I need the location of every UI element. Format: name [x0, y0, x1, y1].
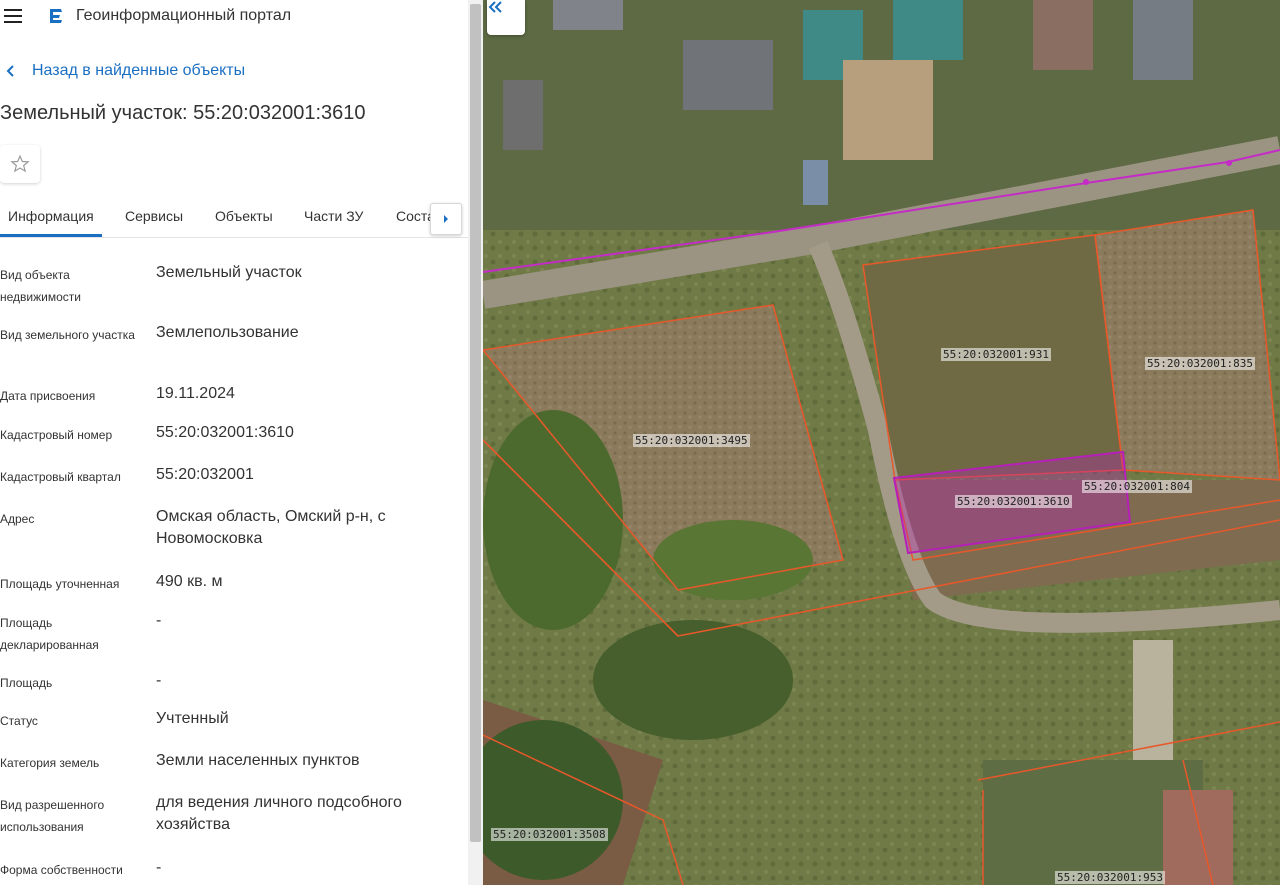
hamburger-icon[interactable] [4, 9, 22, 23]
parcel-label[interactable]: 55:20:032001:931 [941, 348, 1051, 361]
property-value: - [156, 672, 162, 689]
property-label: Площадь [0, 676, 53, 690]
parcel-label[interactable]: 55:20:032001:953 [1055, 871, 1165, 884]
collapse-panel-button[interactable] [487, 0, 525, 35]
portal-logo-icon [50, 9, 62, 23]
favorite-button[interactable] [0, 145, 40, 183]
property-value: 55:20:032001 [156, 466, 254, 483]
property-value: Учтенный [156, 710, 229, 727]
top-bar: Геоинформационный портал [0, 0, 468, 34]
parcel-label[interactable]: 55:20:032001:835 [1145, 357, 1255, 370]
property-value: Омская область, Омский р-н, с Новомосков… [156, 508, 386, 547]
property-label: Дата присвоения [0, 389, 96, 403]
property-label: Площадь уточненная [0, 577, 120, 591]
property-label: Статус [0, 714, 38, 728]
info-panel-content: Геоинформационный портал Назад в найденн… [0, 0, 468, 885]
property-value: - [156, 612, 162, 629]
tabs-scroll-right-button[interactable] [430, 203, 462, 235]
property-label: Вид разрешенного использования [0, 798, 105, 834]
parcel-label[interactable]: 55:20:032001:804 [1082, 480, 1192, 493]
property-value: 19.11.2024 [156, 385, 235, 402]
property-label: Категория земель [0, 756, 100, 770]
satellite-map [483, 0, 1280, 885]
property-label: Форма собственности [0, 863, 123, 877]
info-panel: Геоинформационный портал Назад в найденн… [0, 0, 483, 885]
property-value: Земельный участок [156, 264, 302, 281]
tab-services[interactable]: Сервисы [125, 208, 183, 224]
tab-information[interactable]: Информация [8, 208, 94, 224]
parcel-label[interactable]: 55:20:032001:3495 [633, 434, 750, 447]
back-to-results-link[interactable]: Назад в найденные объекты [6, 62, 245, 80]
star-icon [10, 154, 30, 173]
page-title: Земельный участок: 55:20:032001:3610 [0, 102, 366, 124]
back-link-label: Назад в найденные объекты [32, 62, 246, 79]
app-root: Геоинформационный портал Назад в найденн… [0, 0, 1280, 885]
property-label: Вид объекта недвижимости [0, 268, 81, 304]
property-value: 490 кв. м [156, 573, 223, 590]
map-view[interactable]: 55:20:032001:931 55:20:032001:835 55:20:… [483, 0, 1280, 885]
scrollbar-thumb[interactable] [470, 4, 481, 842]
tab-objects[interactable]: Объекты [215, 208, 273, 224]
tab-parcel-parts[interactable]: Части ЗУ [304, 208, 363, 224]
property-label: Вид земельного участка [0, 328, 135, 342]
property-value: - [156, 859, 162, 876]
chevron-left-icon [6, 65, 14, 77]
tabs-bar: Информация Сервисы Объекты Части ЗУ Сост… [0, 198, 468, 238]
double-chevron-left-icon [488, 1, 502, 13]
property-value: Земли населенных пунктов [156, 752, 360, 769]
property-label: Площадь декларированная [0, 616, 99, 652]
caret-right-icon [444, 215, 448, 223]
property-label: Кадастровый квартал [0, 470, 121, 484]
portal-title: Геоинформационный портал [76, 7, 292, 24]
active-tab-indicator [0, 234, 102, 237]
property-value: 55:20:032001:3610 [156, 424, 294, 441]
property-label: Адрес [0, 512, 35, 526]
property-label: Кадастровый номер [0, 428, 113, 442]
property-value: для ведения личного подсобного хозяйства [156, 794, 402, 833]
parcel-label[interactable]: 55:20:032001:3508 [491, 828, 608, 841]
selected-parcel-label[interactable]: 55:20:032001:3610 [955, 495, 1072, 508]
property-value: Землепользование [156, 324, 299, 341]
panel-scrollbar[interactable] [468, 0, 483, 885]
